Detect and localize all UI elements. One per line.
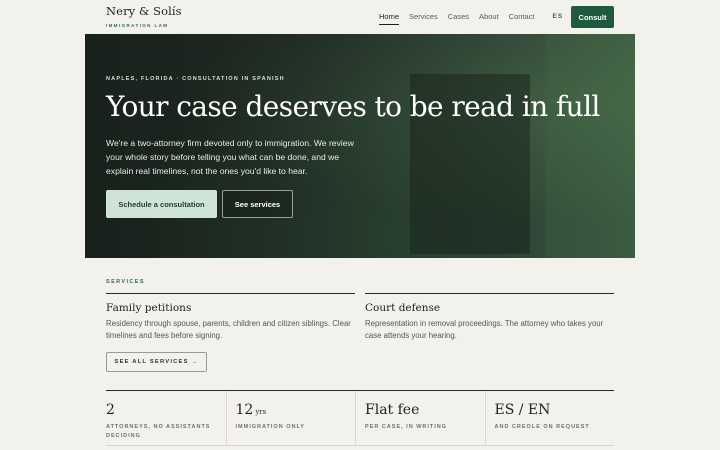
consult-button[interactable]: Consult bbox=[571, 6, 614, 28]
brand-subtitle: IMMIGRATION LAW bbox=[106, 23, 169, 28]
nav-about[interactable]: About bbox=[479, 12, 499, 21]
main-nav: Home Services Cases About Contact ES bbox=[379, 12, 564, 25]
site-header: Nery & Solís IMMIGRATION LAW Home Servic… bbox=[0, 0, 720, 34]
nav-services[interactable]: Services bbox=[409, 12, 438, 21]
stat-value: 2 bbox=[106, 402, 115, 418]
stats-row: 2 ATTORNEYS, NO ASSISTANTS DECIDING 12 yr… bbox=[106, 390, 614, 446]
nav-contact[interactable]: Contact bbox=[509, 12, 535, 21]
brand-name: Nery & Solís bbox=[106, 4, 182, 18]
stat-value: ES / EN bbox=[494, 402, 551, 418]
hero-eyebrow: NAPLES, FLORIDA · CONSULTATION IN SPANIS… bbox=[106, 76, 285, 82]
service-card-court-defense[interactable]: Court defense Representation in removal … bbox=[365, 293, 614, 342]
stat-item: ES / EN AND CREOLE ON REQUEST bbox=[484, 391, 615, 445]
services-section-label: SERVICES bbox=[106, 279, 145, 285]
brand-logo[interactable]: Nery & Solís IMMIGRATION LAW bbox=[106, 4, 182, 28]
stat-label: IMMIGRATION ONLY bbox=[235, 424, 305, 430]
hero-banner: NAPLES, FLORIDA · CONSULTATION IN SPANIS… bbox=[85, 34, 635, 258]
stat-unit: yrs bbox=[255, 408, 267, 416]
nav-cases[interactable]: Cases bbox=[448, 12, 469, 21]
service-description: Representation in removal proceedings. T… bbox=[365, 319, 604, 340]
stat-item: Flat fee PER CASE, IN WRITING bbox=[355, 391, 485, 445]
see-services-button[interactable]: See services bbox=[222, 190, 293, 218]
service-card-family-petitions[interactable]: Family petitions Residency through spous… bbox=[106, 293, 355, 342]
schedule-consultation-button[interactable]: Schedule a consultation bbox=[106, 190, 217, 218]
stat-item: 2 ATTORNEYS, NO ASSISTANTS DECIDING bbox=[106, 391, 226, 445]
service-title: Court defense bbox=[365, 302, 441, 314]
stat-label: AND CREOLE ON REQUEST bbox=[494, 424, 590, 430]
stat-item: 12 yrs IMMIGRATION ONLY bbox=[225, 391, 356, 445]
stat-value: 12 bbox=[235, 402, 254, 418]
service-title: Family petitions bbox=[106, 302, 192, 314]
hero-description: We're a two-attorney firm devoted only t… bbox=[106, 138, 354, 176]
language-toggle[interactable]: ES bbox=[553, 13, 564, 20]
service-description: Residency through spouse, parents, child… bbox=[106, 319, 351, 340]
stat-value: Flat fee bbox=[365, 402, 420, 418]
see-all-services-button[interactable]: SEE ALL SERVICES → bbox=[106, 352, 207, 372]
nav-home[interactable]: Home bbox=[379, 12, 400, 25]
hero-title: Your case deserves to be read in full bbox=[106, 90, 600, 123]
stat-label: ATTORNEYS, NO ASSISTANTS DECIDING bbox=[106, 424, 211, 439]
stat-label: PER CASE, IN WRITING bbox=[365, 424, 448, 430]
